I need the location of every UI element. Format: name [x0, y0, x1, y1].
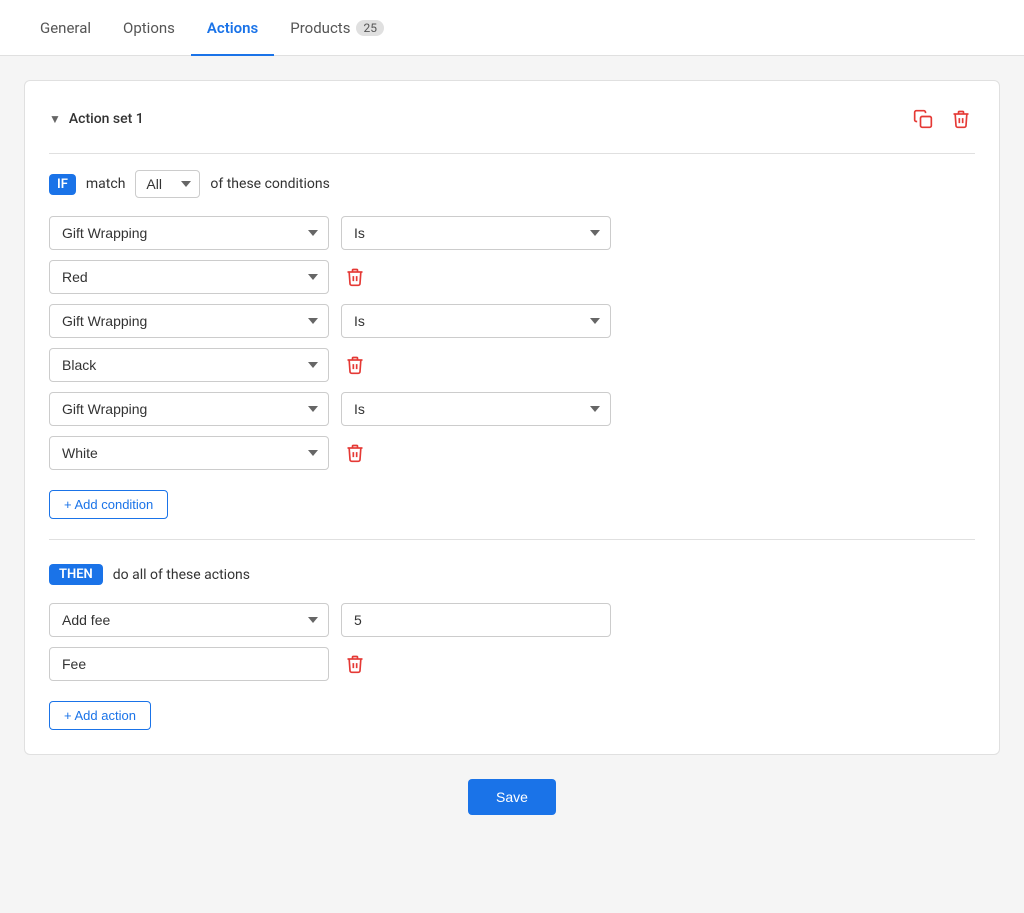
- card-header-left: ▼ Action set 1: [49, 111, 144, 127]
- tab-options[interactable]: Options: [107, 0, 191, 56]
- match-label: match: [86, 176, 126, 192]
- header-divider: [49, 153, 975, 154]
- condition-row-3a: Gift Wrapping Is Is not: [49, 392, 975, 426]
- condition-row-2a: Gift Wrapping Is Is not: [49, 304, 975, 338]
- copy-action-set-button[interactable]: [909, 105, 937, 133]
- products-badge: 25: [356, 20, 384, 36]
- action-value-input-1[interactable]: [341, 603, 611, 637]
- tab-general[interactable]: General: [24, 0, 107, 56]
- condition-row-3b: White Red Black: [49, 436, 975, 470]
- delete-condition-1-button[interactable]: [341, 263, 369, 291]
- action-row-1b: [49, 647, 975, 681]
- then-badge: THEN: [49, 564, 103, 585]
- bottom-save-area: Save: [24, 779, 1000, 815]
- save-button[interactable]: Save: [468, 779, 556, 815]
- copy-icon: [913, 109, 933, 129]
- tab-general-label: General: [40, 19, 91, 37]
- action-label-input-1[interactable]: [49, 647, 329, 681]
- condition-row-1b: Red Black White: [49, 260, 975, 294]
- condition-operator-2[interactable]: Is Is not: [341, 304, 611, 338]
- condition-row-2b: Black Red White: [49, 348, 975, 382]
- action-type-select-1[interactable]: Add fee: [49, 603, 329, 637]
- delete-action-1-button[interactable]: [341, 650, 369, 678]
- tab-products-label: Products: [290, 19, 350, 37]
- tab-options-label: Options: [123, 19, 175, 37]
- tab-actions-label: Actions: [207, 19, 258, 37]
- trash-condition-1-icon: [345, 267, 365, 287]
- tab-products[interactable]: Products 25: [274, 0, 400, 56]
- condition-value-2[interactable]: Black Red White: [49, 348, 329, 382]
- condition-value-3[interactable]: White Red Black: [49, 436, 329, 470]
- trash-condition-2-icon: [345, 355, 365, 375]
- condition-operator-1[interactable]: Is Is not: [341, 216, 611, 250]
- condition-field1-3[interactable]: Gift Wrapping: [49, 392, 329, 426]
- trash-condition-3-icon: [345, 443, 365, 463]
- then-text: do all of these actions: [113, 567, 250, 583]
- add-condition-button[interactable]: + Add condition: [49, 490, 168, 519]
- condition-group-1: Gift Wrapping Is Is not Red Black White: [49, 216, 975, 294]
- of-these-conditions-text: of these conditions: [210, 176, 329, 192]
- condition-group-2: Gift Wrapping Is Is not Black Red White: [49, 304, 975, 382]
- page-content: ▼ Action set 1: [0, 56, 1024, 839]
- add-action-button[interactable]: + Add action: [49, 701, 151, 730]
- condition-row-1a: Gift Wrapping Is Is not: [49, 216, 975, 250]
- section-divider: [49, 539, 975, 540]
- action-set-card: ▼ Action set 1: [24, 80, 1000, 755]
- condition-field1-1[interactable]: Gift Wrapping: [49, 216, 329, 250]
- card-title: Action set 1: [69, 111, 144, 127]
- tab-actions[interactable]: Actions: [191, 0, 274, 56]
- trash-icon: [951, 109, 971, 129]
- match-select[interactable]: All Any: [135, 170, 200, 198]
- condition-field1-2[interactable]: Gift Wrapping: [49, 304, 329, 338]
- if-badge: IF: [49, 174, 76, 195]
- condition-operator-3[interactable]: Is Is not: [341, 392, 611, 426]
- condition-group-3: Gift Wrapping Is Is not White Red Black: [49, 392, 975, 470]
- then-header: THEN do all of these actions: [49, 564, 975, 585]
- action-row-1: Add fee: [49, 603, 975, 637]
- card-header-right: [909, 105, 975, 133]
- delete-condition-3-button[interactable]: [341, 439, 369, 467]
- actions-section: THEN do all of these actions Add fee: [49, 564, 975, 730]
- condition-header: IF match All Any of these conditions: [49, 170, 975, 198]
- delete-action-set-button[interactable]: [947, 105, 975, 133]
- condition-value-1[interactable]: Red Black White: [49, 260, 329, 294]
- tabs-bar: General Options Actions Products 25: [0, 0, 1024, 56]
- delete-condition-2-button[interactable]: [341, 351, 369, 379]
- collapse-chevron-icon[interactable]: ▼: [49, 112, 61, 126]
- trash-action-1-icon: [345, 654, 365, 674]
- card-header: ▼ Action set 1: [49, 105, 975, 133]
